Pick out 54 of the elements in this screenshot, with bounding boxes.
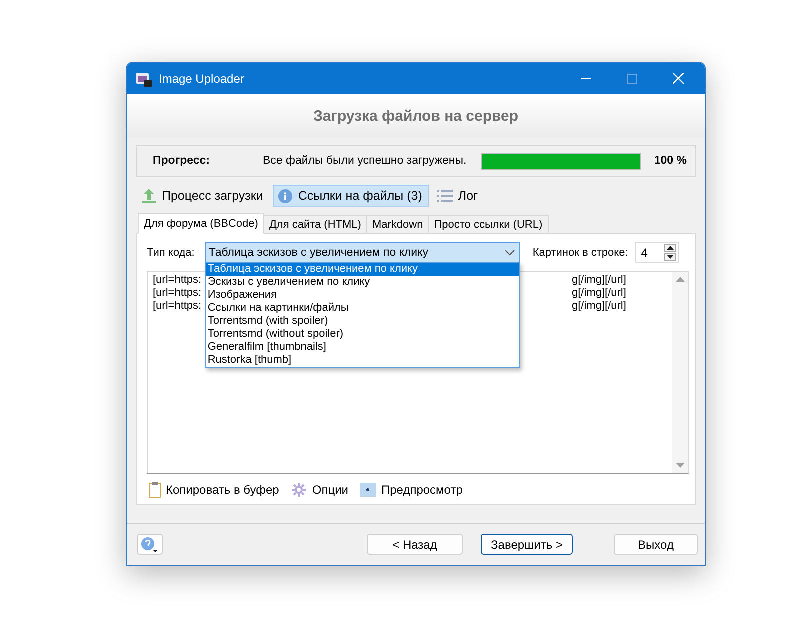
code-line-start: [url=https: [153,287,202,300]
up-arrow-icon [666,246,674,250]
code-line-end: g[/img][/url] [572,287,628,300]
nav-tab[interactable]: Ссылки на файлы (3) [273,185,430,207]
dialog-button[interactable]: < Назад [367,534,463,555]
per-row-spinner[interactable]: 4 [635,242,680,263]
increment-button[interactable] [664,244,676,252]
progress-percent: 100 % [654,155,687,167]
action-button[interactable]: Предпросмотр [358,483,463,497]
code-line-end: g[/img][/url] [572,274,628,287]
nav-tab[interactable]: Лог [432,185,486,207]
window-title: Image Uploader [159,72,246,86]
minimize-icon [581,78,591,79]
per-row-label: Картинок в строке: [532,246,628,258]
dropdown-option[interactable]: Torrentsmd (with spoiler) [206,315,519,328]
code-type-label: Тип кода: [147,246,195,258]
dropdown-option[interactable]: Rustorka [thumb] [206,354,519,367]
help-button[interactable] [137,534,163,555]
tab[interactable]: Для форума (BBCode) [138,213,264,234]
upload-icon [141,188,157,204]
code-type-dropdown[interactable]: Таблица эскизов с увеличением по клику [204,242,520,263]
info-icon [278,188,294,204]
progress-label: Прогресс: [153,155,211,167]
close-icon [672,73,684,84]
clipboard-icon [149,482,161,498]
scrollbar[interactable] [672,272,688,473]
chevron-icon [504,250,515,256]
dialog-button[interactable]: Завершить > [481,534,573,555]
page-title: Загрузка файлов на сервер [313,108,519,124]
action-button[interactable]: Опции [289,482,348,498]
nav-tab[interactable]: Процесс загрузки [136,185,270,207]
preview-icon [360,483,376,497]
action-button[interactable]: Копировать в буфер [147,482,280,498]
list-icon [437,189,454,203]
dropdown-option[interactable]: Эскизы с увеличением по клику [206,276,519,289]
down-arrow-icon [666,255,674,259]
dropdown-option[interactable]: Torrentsmd (without spoiler) [206,328,519,341]
dropdown-option[interactable]: Ссылки на картинки/файлы [206,302,519,315]
scroll-down-icon[interactable] [676,463,684,468]
dropdown-option[interactable]: Таблица эскизов с увеличением по клику [206,263,519,276]
gear-icon [291,482,308,498]
decrement-button[interactable] [664,253,676,261]
scroll-up-icon[interactable] [676,277,684,282]
code-line-end: g[/img][/url] [572,300,628,313]
help-icon [141,536,159,552]
code-line-start: [url=https: [153,274,202,287]
dropdown-option[interactable]: Изображения [206,289,519,302]
code-line-start: [url=https: [153,300,202,313]
maximize-icon [627,74,637,84]
dropdown-option[interactable]: Generalfilm [thumbnails] [206,341,519,354]
progress-status: Все файлы были успешно загружены. [263,155,468,167]
dialog-button[interactable]: Выход [614,534,698,555]
app-icon [136,70,152,86]
tab[interactable]: Просто ссылки (URL) [428,215,549,234]
